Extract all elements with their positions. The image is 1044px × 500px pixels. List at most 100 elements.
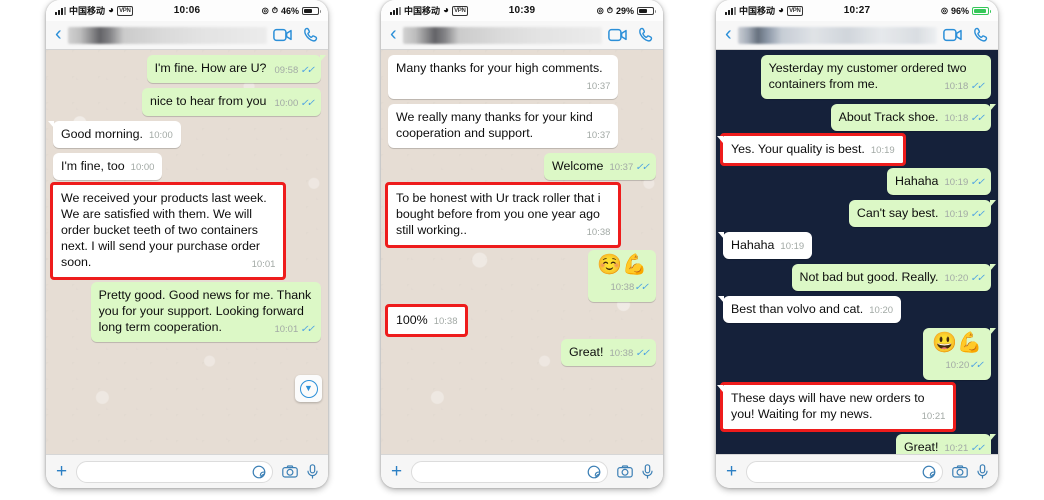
video-call-icon[interactable] — [943, 28, 962, 42]
message-meta: 10:38 — [434, 314, 458, 330]
message-time: 10:01 — [251, 259, 276, 270]
message-meta: 10:20✓✓ — [944, 271, 985, 287]
status-left: 中国移动 ◕ VPN — [390, 4, 468, 17]
signal-strength-icon — [55, 6, 66, 15]
status-bar: 中国移动 ◕ VPN 10:06 ◎ ⏱ 46% — [46, 0, 328, 21]
highlighted-message-bubble[interactable]: These days will have new orders to you! … — [716, 382, 957, 432]
sticker-icon[interactable] — [587, 465, 601, 479]
message-list[interactable]: Yesterday my customer ordered two contai… — [716, 50, 998, 454]
message-input-bar: + — [46, 454, 328, 488]
message-bubble[interactable]: Good morning. 10:00 — [48, 121, 181, 148]
message-time: 10:21 — [944, 443, 969, 454]
message-bubble[interactable]: 😃💪 10:20✓✓ — [923, 328, 996, 380]
voice-call-icon[interactable] — [303, 27, 319, 43]
read-receipt-icon: ✓✓ — [300, 98, 315, 109]
message-bubble[interactable]: Great! 10:21 ✓✓ — [896, 434, 996, 454]
message-text: We received your products last week. We … — [61, 191, 267, 269]
microphone-icon[interactable] — [307, 464, 318, 479]
message-bubble[interactable]: Can't say best. 10:19 ✓✓ — [848, 200, 997, 227]
message-bubble[interactable]: Hahaha 10:19 ✓✓ — [887, 168, 991, 195]
message-time: 10:38 — [609, 348, 634, 359]
message-bubble[interactable]: I'm fine. How are U? 09:58 ✓✓ — [146, 55, 327, 83]
highlighted-message-bubble[interactable]: To be honest with Ur track roller that i… — [384, 182, 622, 248]
camera-icon[interactable] — [952, 465, 968, 478]
message-list[interactable]: Many thanks for your high comments. 10:37… — [381, 50, 663, 454]
camera-icon[interactable] — [282, 465, 298, 478]
message-bubble[interactable]: Pretty good. Good news for me. Thank you… — [90, 282, 321, 342]
highlighted-message-bubble[interactable]: We received your products last week. We … — [49, 182, 287, 280]
message-bubble[interactable]: ☺️💪 10:38✓✓ — [588, 250, 656, 302]
voice-call-icon[interactable] — [973, 27, 989, 43]
message-time: 10:19 — [870, 145, 895, 156]
highlighted-message-bubble[interactable]: Yes. Your quality is best. 10:19 — [717, 133, 906, 166]
message-meta: 10:37 — [587, 128, 611, 144]
read-receipt-icon: ✓✓ — [300, 324, 315, 335]
message-text: Not bad but good. Really. — [799, 270, 939, 284]
status-bar: 中国移动 ◕ VPN 10:27 ◎ 96% — [716, 0, 998, 21]
message-list[interactable]: I'm fine. How are U? 09:58 ✓✓ nice to hear … — [46, 50, 328, 454]
message-input[interactable] — [746, 460, 943, 483]
battery-icon — [302, 6, 321, 15]
scroll-to-bottom-button[interactable]: ▼ — [295, 375, 322, 402]
message-time: 10:01 — [274, 324, 299, 335]
back-button[interactable]: ‹ — [55, 24, 62, 44]
message-row: 😃💪 10:20✓✓ — [723, 328, 996, 380]
message-bubble[interactable]: Not bad but good. Really. 10:20 ✓✓ — [791, 264, 997, 291]
message-text: 100% — [396, 313, 428, 327]
message-text: Hahaha — [895, 174, 939, 188]
message-row: Best than volvo and cat. 10:20 — [717, 296, 991, 323]
message-bubble[interactable]: I'm fine, too 10:00 — [53, 153, 163, 180]
attach-button[interactable]: + — [56, 462, 67, 481]
video-call-icon[interactable] — [608, 28, 627, 42]
contact-name-blurred[interactable] — [402, 26, 602, 44]
message-bubble[interactable]: Welcome 10:37 ✓✓ — [544, 153, 656, 180]
phone-screenshot-3: 中国移动 ◕ VPN 10:27 ◎ 96% ‹ Yesterday my cu… — [716, 0, 998, 488]
message-bubble[interactable]: Many thanks for your high comments. 10:37 — [388, 55, 619, 99]
microphone-icon[interactable] — [642, 464, 653, 479]
status-right: ◎ ⏱ 46% — [262, 5, 321, 16]
message-row: Many thanks for your high comments. 10:37 — [388, 55, 656, 99]
read-receipt-icon: ✓✓ — [634, 282, 649, 293]
message-text: nice to hear from you — [150, 94, 267, 108]
message-text: Welcome — [552, 159, 604, 173]
message-meta: 10:37 ✓✓ — [609, 160, 650, 176]
message-row: Not bad but good. Really. 10:20 ✓✓ — [723, 264, 997, 291]
attach-button[interactable]: + — [391, 462, 402, 481]
back-button[interactable]: ‹ — [725, 24, 732, 44]
message-input[interactable] — [411, 460, 608, 483]
back-button[interactable]: ‹ — [390, 24, 397, 44]
message-time: 10:37 — [586, 130, 611, 141]
message-text: Great! — [569, 345, 604, 359]
highlighted-message-bubble[interactable]: 100% 10:38 — [384, 304, 469, 337]
wifi-icon: ◕ — [108, 4, 115, 16]
message-bubble[interactable]: Hahaha 10:19 — [717, 232, 813, 259]
nav-actions — [608, 27, 654, 43]
location-icon: ◎ — [941, 6, 948, 15]
sticker-icon[interactable] — [922, 465, 936, 479]
contact-name-blurred[interactable] — [737, 26, 937, 44]
status-left: 中国移动 ◕ VPN — [725, 4, 803, 17]
attach-button[interactable]: + — [726, 462, 737, 481]
message-meta: 10:19 — [780, 239, 804, 255]
video-call-icon[interactable] — [273, 28, 292, 42]
message-bubble[interactable]: Great! 10:38 ✓✓ — [561, 339, 656, 366]
voice-call-icon[interactable] — [638, 27, 654, 43]
sticker-icon[interactable] — [252, 465, 266, 479]
message-bubble[interactable]: nice to hear from you 10:00 ✓✓ — [142, 88, 321, 116]
message-input[interactable] — [76, 460, 273, 483]
message-bubble[interactable]: Yesterday my customer ordered two contai… — [760, 55, 991, 99]
message-bubble[interactable]: About Track shoe. 10:18 ✓✓ — [830, 104, 997, 131]
message-bubble[interactable]: We really many thanks for your kind coop… — [388, 104, 619, 148]
battery-percent-label: 46% — [280, 5, 299, 16]
wifi-icon: ◕ — [778, 4, 785, 16]
message-emoji: ☺️💪 — [597, 254, 647, 276]
camera-icon[interactable] — [617, 465, 633, 478]
message-text: I'm fine. How are U? — [154, 61, 267, 75]
message-bubble[interactable]: Best than volvo and cat. 10:20 — [717, 296, 902, 323]
message-text: To be honest with Ur track roller that i… — [396, 191, 601, 237]
contact-name-blurred[interactable] — [67, 26, 267, 44]
message-time: 10:00 — [274, 98, 299, 109]
location-icon: ◎ — [596, 6, 604, 15]
message-time: 10:37 — [609, 162, 634, 173]
microphone-icon[interactable] — [977, 464, 988, 479]
